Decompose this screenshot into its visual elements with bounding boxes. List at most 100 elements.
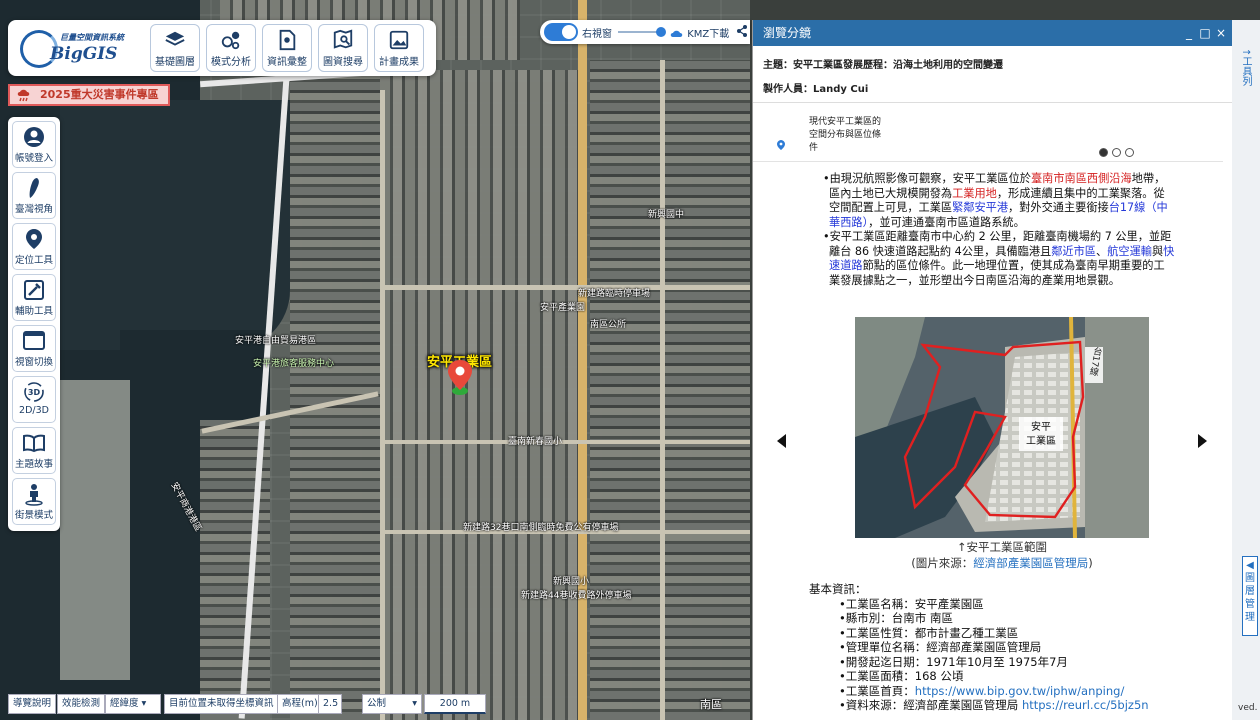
sidebar-item-2d-3d[interactable]: 3D 2D/3D [12,376,56,423]
panel-header: 瀏覽分鏡 _ □ × [753,20,1233,46]
paragraph-text: 與 [1151,244,1164,258]
map-controls: 右視窗 KMZ下載 [540,20,750,44]
map-label: 新興國中 [648,210,685,220]
model-analysis-button[interactable]: 模式分析 [206,24,256,72]
layers-icon [165,31,185,46]
figure-area-label-1: 安平 [1031,420,1051,433]
user-icon [24,127,44,147]
figure-source: (圖片來源：經濟部產業園區管理局) [911,556,1093,570]
paragraph-text: ，並可連通臺南市區道路系統。 [868,215,1025,229]
industrial-area-aerial-image: 台17線 安平 工業區 [855,317,1149,538]
info-value: 168 公頃 [914,669,964,683]
story-author-name: Landy Cui [813,84,869,95]
previous-slide-arrow-icon[interactable] [777,434,787,448]
analysis-icon [221,31,240,50]
slide-dot-1[interactable] [1099,148,1108,157]
biggis-logo[interactable]: 巨量空間資訊系統 BigGIS [16,26,142,70]
sidebar-item-label: 臺灣視角 [14,204,53,215]
map-label: 安平港旅客服務中心 [253,359,335,369]
info-value: 安平產業園區 [914,596,984,611]
slide-paragraph-1: •由現況航照影像可觀察，安平工業區位於臺南市南區西側沿海地帶，區內土地已大規模開… [823,172,1175,230]
info-value: 經濟部產業園區管理局 [926,640,1042,654]
location-marker-icon[interactable] [446,358,474,396]
cloud-rain-icon [17,89,30,102]
sidebar-item-taiwan-view[interactable]: 臺灣視角 [12,172,56,219]
homepage-link[interactable]: https://www.bip.gov.tw/iphw/anping/ [915,684,1125,698]
highlighted-text: 鄰近市區 [1051,244,1096,258]
layer-management-tab[interactable]: ◀ 圖層管理 [1242,556,1258,636]
coordinate-system-select[interactable]: 經緯度 ▾ [105,694,161,714]
basic-info: 基本資訊： •工業區名稱：安平產業園區 •縣市別：台南市 南區 •工業區性質：都… [809,582,1209,713]
sidebar-item-label: 街景模式 [14,510,53,521]
map-label: 新興國小 [553,577,590,587]
figure-source-link[interactable]: 經濟部產業園區管理局 [973,556,1088,570]
toolbar-label: 模式分析 [211,57,251,68]
data-source-link[interactable]: https://reurl.cc/5bjz5n [1022,698,1149,712]
figure-caption: ↑安平工業區範圍 [956,540,1048,554]
map-search-button[interactable]: 圖資搜尋 [318,24,368,72]
sidebar-item-login[interactable]: 帳號登入 [12,121,56,168]
logo-subtitle: 巨量空間資訊系統 [60,33,124,42]
sidebar-item-story[interactable]: 主題故事 [12,427,56,474]
tools-icon [24,280,44,300]
project-results-button[interactable]: 計畫成果 [374,24,424,72]
info-value: 都市計畫乙種工業區 [914,625,1019,640]
slide-content: •由現況航照影像可觀察，安平工業區位於臺南市南區西側沿海地帶，區內土地已大規模開… [823,172,1175,288]
basemap-layers-button[interactable]: 基礎圖層 [150,24,200,72]
sidebar-item-label: 帳號登入 [14,153,53,164]
attribution-text: ved. [1238,703,1258,713]
coordinate-status: 目前位置未取得坐標資訊 [164,694,279,714]
slide-dot-2[interactable] [1112,148,1121,157]
map-label: 新建路臨時停車場 [578,289,651,299]
sidebar-item-street-view[interactable]: 街景模式 [12,478,56,525]
toolbar-label: 資訊彙整 [267,57,307,68]
maximize-button[interactable]: □ [1197,20,1213,46]
opacity-slider[interactable] [618,27,666,37]
paragraph-text: •由現況航照影像可觀察，安平工業區位於 [823,172,1031,185]
slide-title: 現代安平工業區的空間分布與區位條件 [809,117,882,153]
map-label: 安平港自由貿易港區 [235,336,317,346]
taiwan-icon [29,178,39,198]
story-topic: 主題：安平工業區發展歷程：沿海土地利用的空間變遷 [763,60,1003,71]
chevron-down-icon: ▾ [141,698,147,709]
main-toolbar: 巨量空間資訊系統 BigGIS 基礎圖層 模式分析 資訊彙整 圖資搜尋 計畫成果 [8,20,436,76]
share-icon[interactable] [736,24,748,38]
image-gallery-icon [389,30,409,50]
guide-button[interactable]: 導覽說明 [8,694,57,714]
sidebar-item-label: 定位工具 [14,255,53,266]
kmz-download-button[interactable]: KMZ下載 [670,25,729,40]
3d-icon: 3D [24,382,44,402]
unit-select[interactable]: 公制 ▾ [362,694,422,714]
right-window-toggle[interactable] [544,23,578,41]
paragraph-text: 節點的區位條件。此一地理位置，使其成為臺南早期重要的工業發展據點之一，並形塑出今… [829,259,1165,287]
story-topic-text: 安平工業區發展歷程：沿海土地利用的空間變遷 [793,60,1003,71]
basic-info-heading: 基本資訊： [809,582,867,596]
side-toolbar-label[interactable]: ↑工具列 [1238,48,1253,86]
close-button[interactable]: × [1213,20,1229,46]
story-author: 製作人員：Landy Cui [763,84,869,95]
scale-bar: 200 m [424,694,486,714]
pegman-icon [25,484,43,506]
sidebar-item-label: 輔助工具 [14,306,53,317]
window-icon [23,331,45,350]
sidebar-item-locate[interactable]: 定位工具 [12,223,56,270]
highlighted-text: 臺南市南區西側沿海 [1030,172,1132,185]
sidebar-item-window-switch[interactable]: 視窗切換 [12,325,56,372]
slide-dot-3[interactable] [1125,148,1134,157]
map-label: 新建路32巷口南側臨時免費公有停車場 [463,523,619,533]
info-value: 1971年10月至 1975年7月 [926,654,1068,669]
figure-area-label-2: 工業區 [1026,434,1056,447]
minimize-button[interactable]: _ [1181,20,1197,46]
toolbar-label: 基礎圖層 [155,57,195,68]
performance-test-button[interactable]: 效能檢測 [57,694,106,714]
disaster-zone-label: 2025重大災害事件專區 [40,88,159,101]
disaster-zone-button[interactable]: 2025重大災害事件專區 [8,84,170,106]
sidebar-item-tools[interactable]: 輔助工具 [12,274,56,321]
map-view[interactable]: 安平港自由貿易港區 安平港旅客服務中心 新興國中 新建路臨時停車場 安平產業園 … [0,0,750,720]
next-slide-arrow-icon[interactable] [1197,434,1207,448]
document-map-icon [279,29,296,51]
divider [753,102,1233,103]
left-sidebar: 帳號登入 臺灣視角 定位工具 輔助工具 視窗切換 3D 2D/3D 主題故事 街… [8,117,60,531]
info-summary-button[interactable]: 資訊彙整 [262,24,312,72]
cloud-download-icon [670,30,683,37]
